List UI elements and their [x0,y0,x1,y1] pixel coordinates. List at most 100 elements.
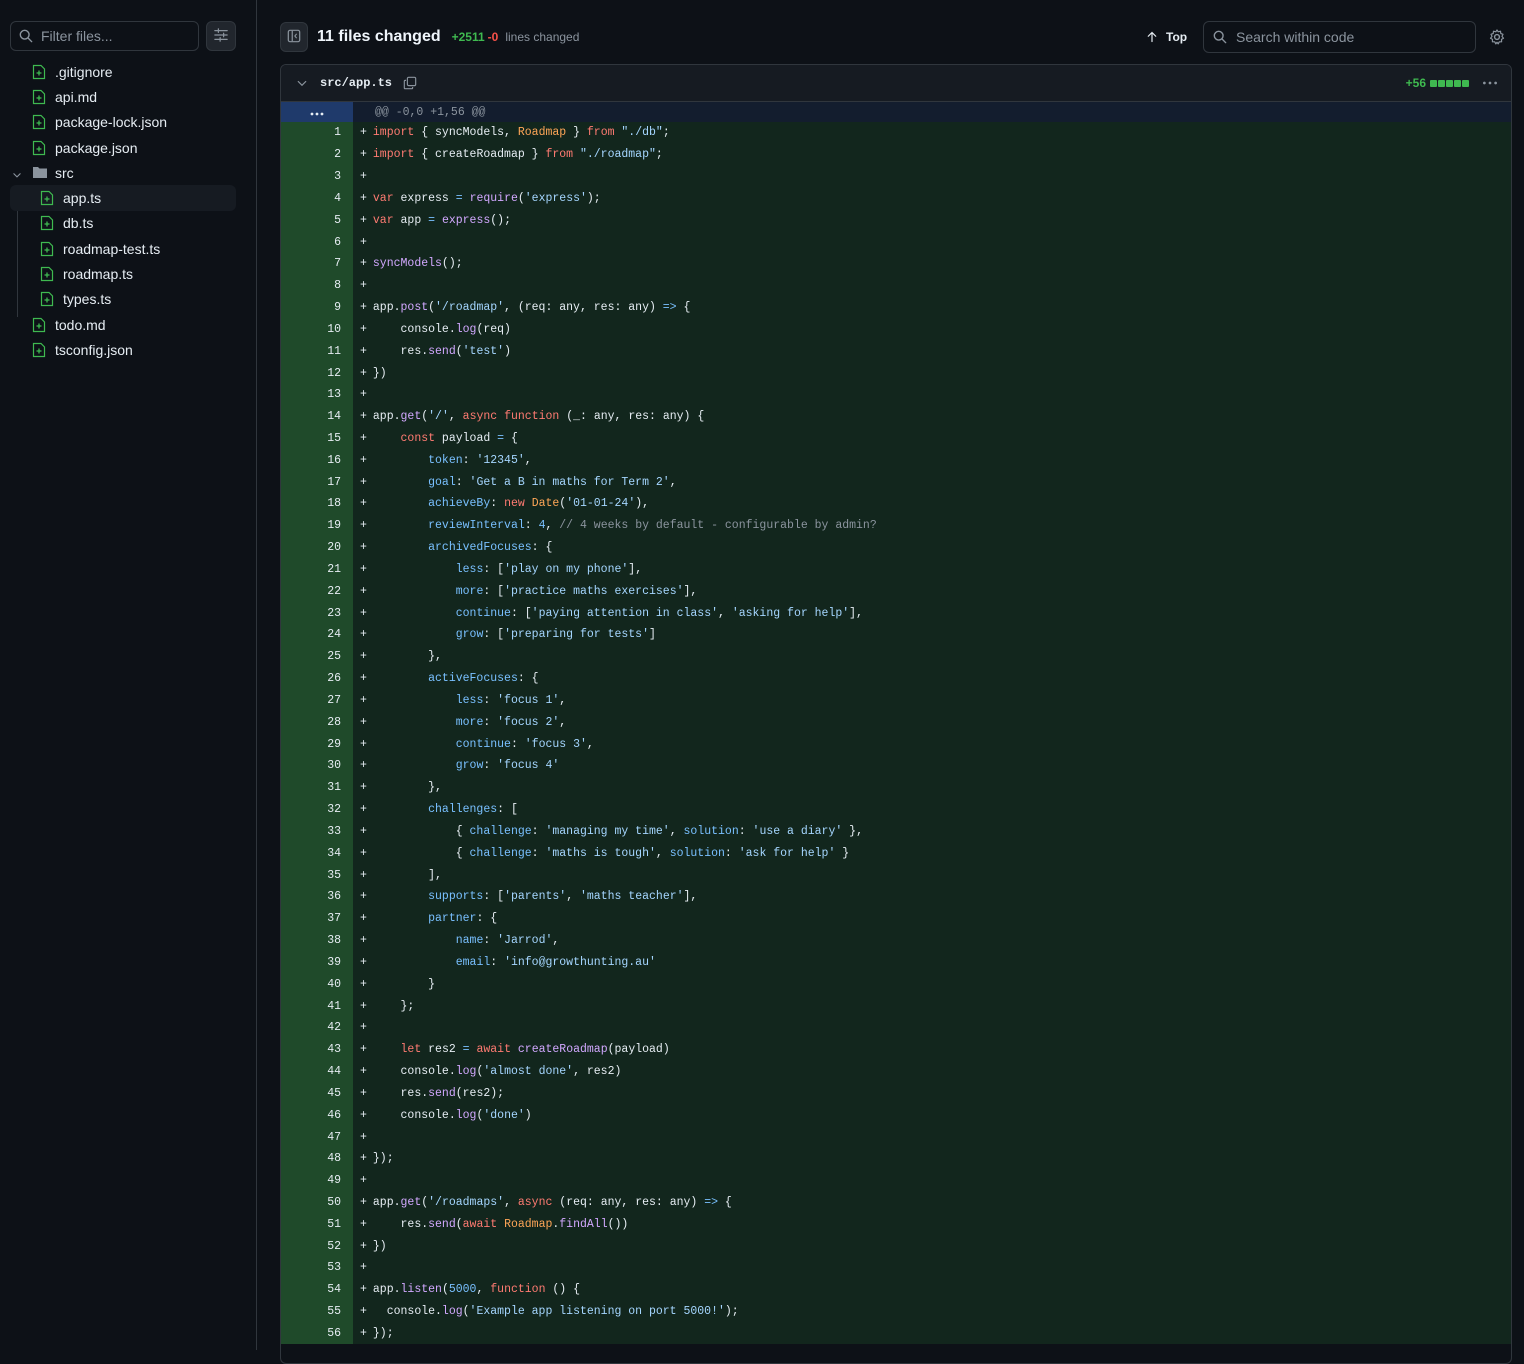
gear-icon[interactable] [1489,29,1505,45]
code-text: }); [372,1326,394,1340]
toggle-sidebar-button[interactable] [280,22,308,52]
line-number[interactable]: 13 [281,383,353,406]
line-number[interactable]: 50 [281,1191,353,1214]
line-number[interactable]: 45 [281,1082,353,1105]
tree-file[interactable]: db.ts [0,211,257,236]
line-number[interactable]: 42 [281,1016,353,1039]
code-content: + res.send(await Roadmap.findAll()) [353,1213,1511,1236]
line-number[interactable]: 1 [281,122,353,144]
line-number[interactable]: 37 [281,907,353,930]
tree-file[interactable]: types.ts [0,287,257,312]
tree-file[interactable]: app.ts [10,185,236,211]
line-number[interactable]: 17 [281,471,353,494]
line-number[interactable]: 20 [281,536,353,559]
line-number[interactable]: 27 [281,689,353,712]
line-number[interactable]: 7 [281,252,353,275]
copy-icon[interactable] [403,76,417,90]
tree-file[interactable]: api.md [0,84,257,109]
code-content: + ], [353,864,1511,886]
line-number[interactable]: 53 [281,1257,353,1279]
line-number[interactable]: 21 [281,558,353,581]
tree-folder[interactable]: src [0,160,257,185]
filter-options-button[interactable] [206,21,236,51]
expand-hunk-button[interactable] [281,102,353,122]
line-number[interactable]: 12 [281,362,353,384]
line-number[interactable]: 55 [281,1300,353,1323]
line-number[interactable]: 29 [281,733,353,756]
line-number[interactable]: 40 [281,973,353,996]
kebab-menu-icon[interactable] [1481,74,1499,92]
line-number[interactable]: 23 [281,602,353,625]
line-number[interactable]: 25 [281,645,353,668]
diff-line: 30 + grow: 'focus 4' [281,755,1511,777]
line-number[interactable]: 2 [281,143,353,166]
line-number[interactable]: 46 [281,1104,353,1127]
code-text: achieveBy: new Date('01-01-24'), [428,497,650,511]
top-button[interactable]: Top [1146,20,1187,54]
diff-line: 36 + supports: ['parents', 'maths teacher… [281,885,1511,908]
line-number[interactable]: 31 [281,776,353,799]
tree-file[interactable]: .gitignore [0,59,257,84]
line-number[interactable]: 18 [281,493,353,515]
file-added-icon [40,215,56,231]
line-number[interactable]: 54 [281,1278,353,1301]
code-text: app.post('/roadmap', (req: any, res: any… [372,301,691,315]
line-number[interactable]: 28 [281,711,353,734]
code-text: more: 'focus 2', [455,715,567,729]
added-marker: + [360,1239,367,1253]
line-number[interactable]: 43 [281,1038,353,1061]
line-number[interactable]: 16 [281,449,353,472]
line-number[interactable]: 48 [281,1147,353,1170]
line-number[interactable]: 39 [281,951,353,974]
line-number[interactable]: 52 [281,1235,353,1258]
diff-line: 6 + [281,231,1511,253]
line-number[interactable]: 26 [281,667,353,690]
line-number[interactable]: 11 [281,340,353,363]
chevron-down-icon[interactable] [12,167,22,183]
tree-file[interactable]: package.json [0,135,257,160]
line-number[interactable]: 41 [281,995,353,1017]
tree-item-label: db.ts [63,215,94,232]
line-number[interactable]: 19 [281,514,353,537]
line-number[interactable]: 15 [281,427,353,450]
line-number[interactable]: 8 [281,274,353,297]
line-number[interactable]: 3 [281,165,353,188]
filter-files-input[interactable] [41,28,191,44]
line-number[interactable]: 4 [281,187,353,210]
search-within-code-input[interactable] [1236,29,1466,45]
added-marker: + [360,715,367,729]
line-number[interactable]: 14 [281,405,353,428]
line-number[interactable]: 38 [281,929,353,952]
line-number[interactable]: 22 [281,580,353,603]
ellipsis-icon [309,104,325,120]
tree-file[interactable]: roadmap.ts [0,261,257,286]
filter-files-box[interactable] [10,21,199,51]
line-number[interactable]: 33 [281,820,353,843]
line-number[interactable]: 35 [281,864,353,886]
diff-line: 15 + const payload = { [281,427,1511,450]
line-number[interactable]: 56 [281,1322,353,1345]
line-number[interactable]: 36 [281,885,353,908]
line-number[interactable]: 6 [281,231,353,253]
diff-line: 42 + [281,1016,1511,1039]
tree-file[interactable]: todo.md [0,312,257,337]
line-number[interactable]: 24 [281,624,353,646]
tree-file[interactable]: roadmap-test.ts [0,236,257,261]
tree-file[interactable]: tsconfig.json [0,337,257,362]
line-number[interactable]: 30 [281,755,353,777]
search-within-code-box[interactable] [1203,21,1476,53]
tree-file[interactable]: package-lock.json [0,110,257,135]
line-number[interactable]: 9 [281,296,353,319]
chevron-down-icon[interactable] [296,77,308,89]
line-number[interactable]: 34 [281,842,353,865]
line-number[interactable]: 47 [281,1126,353,1148]
line-number[interactable]: 32 [281,798,353,821]
diff-line: 19 + reviewInterval: 4, // 4 weeks by def… [281,514,1511,537]
line-number[interactable]: 51 [281,1213,353,1236]
file-path[interactable]: src/app.ts [320,76,392,90]
line-number[interactable]: 5 [281,209,353,232]
line-number[interactable]: 10 [281,318,353,341]
line-number[interactable]: 49 [281,1169,353,1192]
diff-line: 13 + [281,383,1511,406]
line-number[interactable]: 44 [281,1060,353,1083]
